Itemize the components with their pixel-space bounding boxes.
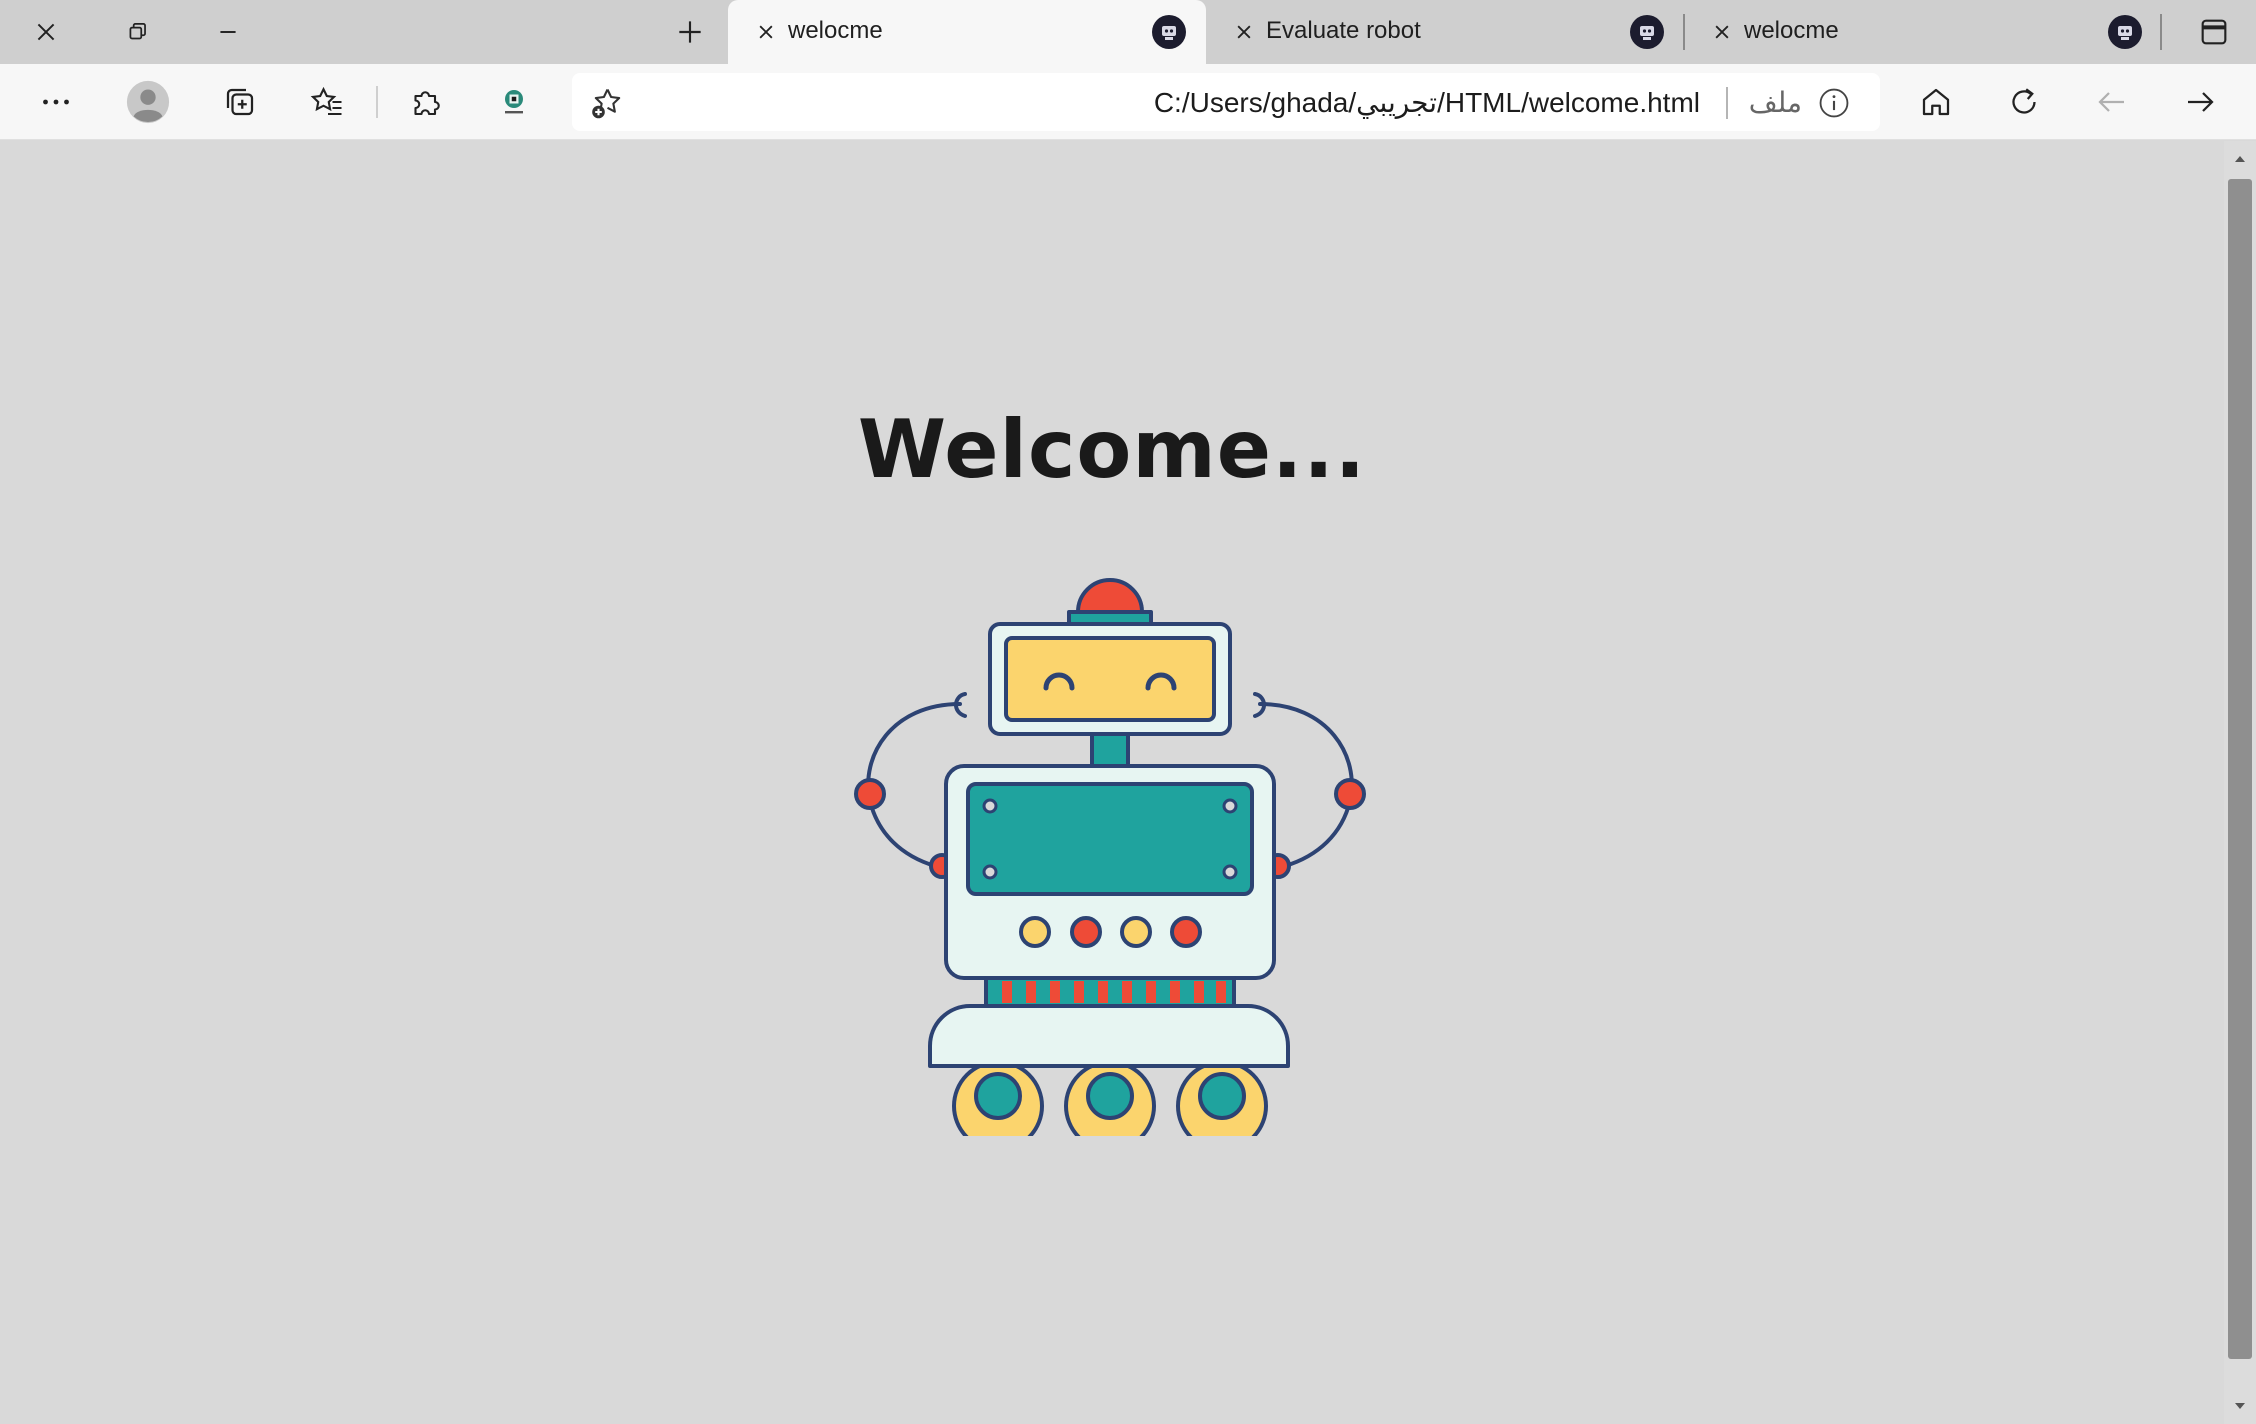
qr-studio-extension-icon: [505, 90, 523, 114]
close-icon: [1237, 25, 1251, 39]
profile-button[interactable]: [116, 74, 180, 130]
plus-icon: [679, 21, 701, 43]
robot-chest-panel: [966, 782, 1254, 896]
settings-more-button[interactable]: [24, 74, 88, 130]
more-icon: [43, 99, 69, 105]
robot-face-screen: [1004, 636, 1216, 722]
robot-neck: [1090, 732, 1130, 768]
tab-title: welocme: [1744, 17, 1839, 44]
qr-studio-extension-button[interactable]: [482, 74, 546, 130]
tab-close-button[interactable]: [1230, 18, 1258, 46]
tab-close-button[interactable]: [1708, 18, 1736, 46]
robot-antenna-light: [1076, 578, 1144, 614]
tab-title: Evaluate robot: [1266, 17, 1421, 44]
robot-right-arm-joint: [1334, 778, 1366, 810]
robot-favicon-icon: [1630, 15, 1664, 49]
forward-button[interactable]: [2168, 74, 2232, 130]
collections-icon: [226, 88, 254, 116]
close-icon: [1715, 25, 1729, 39]
robot-illustration: [854, 578, 1366, 1136]
favorites-list-icon: [310, 86, 342, 116]
robot-favicon-icon: [2108, 15, 2142, 49]
arrow-left-icon: [2098, 92, 2124, 112]
add-favorite-button[interactable]: [586, 83, 626, 123]
info-icon: [1819, 88, 1849, 118]
refresh-icon: [2012, 88, 2036, 114]
home-button[interactable]: [1904, 74, 1968, 130]
toolbar-divider: [376, 86, 378, 118]
close-icon: [759, 25, 773, 39]
close-icon: [37, 23, 55, 41]
minimize-icon: [220, 31, 236, 33]
scroll-up-button[interactable]: [2224, 143, 2256, 175]
add-favorite-star-icon: [592, 89, 621, 119]
tab-evaluate-robot[interactable]: Evaluate robot: [1206, 0, 1684, 64]
robot-left-arm-joint: [854, 778, 886, 810]
tab-actions-button[interactable]: [2172, 0, 2256, 64]
address-separator: [1726, 87, 1728, 119]
vertical-scrollbar[interactable]: [2224, 141, 2256, 1424]
tab-welocme[interactable]: welocme: [1684, 0, 2162, 64]
favorites-button[interactable]: [296, 74, 360, 130]
window-minimize-button[interactable]: [182, 0, 274, 64]
window-close-button[interactable]: [0, 0, 92, 64]
robot-favicon-icon: [1152, 15, 1186, 49]
page-title: Welcome...: [857, 403, 1367, 496]
back-button[interactable]: [2080, 74, 2144, 130]
avatar-icon: [126, 80, 170, 124]
address-bar[interactable]: C:/Users/ghada/تجريبي/HTML/welcome.html …: [572, 73, 1880, 131]
collections-button[interactable]: [208, 74, 272, 130]
restore-icon: [129, 23, 146, 40]
site-info-button[interactable]: [1816, 85, 1852, 121]
tab-actions-icon: [2201, 19, 2227, 45]
tab-separator: [2160, 14, 2162, 50]
arrow-right-icon: [2188, 92, 2214, 112]
robot-base: [928, 1004, 1290, 1068]
browser-toolbar: C:/Users/ghada/تجريبي/HTML/welcome.html …: [0, 64, 2256, 140]
tab-strip: welocme Evaluate robot welocme: [0, 0, 2256, 64]
tab-title: welocme: [788, 17, 883, 44]
home-icon: [1922, 88, 1950, 116]
scrollbar-thumb[interactable]: [2228, 179, 2252, 1359]
extensions-button[interactable]: [394, 74, 458, 130]
extensions-puzzle-icon: [414, 91, 440, 116]
caret-up-icon: [2235, 156, 2245, 162]
caret-down-icon: [2235, 1403, 2245, 1409]
refresh-button[interactable]: [1992, 74, 2056, 130]
page-viewport: Welcome...: [0, 141, 2224, 1424]
new-tab-button[interactable]: [660, 8, 720, 56]
tab-welocme-active[interactable]: welocme: [728, 0, 1206, 64]
scheme-label: ملف: [1748, 87, 1802, 118]
scroll-down-button[interactable]: [2224, 1390, 2256, 1422]
window-restore-button[interactable]: [92, 0, 184, 64]
tab-close-button[interactable]: [752, 18, 780, 46]
url-text[interactable]: C:/Users/ghada/تجريبي/HTML/welcome.html: [1154, 86, 1700, 119]
